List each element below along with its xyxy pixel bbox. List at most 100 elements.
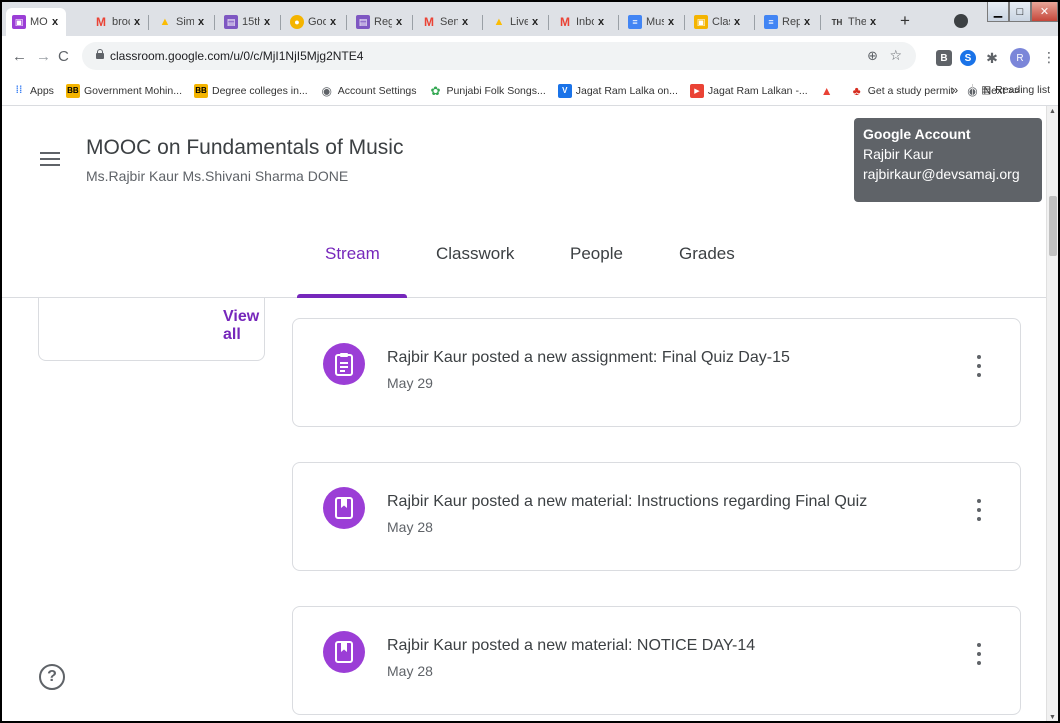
bb-icon: BB (193, 83, 208, 98)
bookmarks-bar: ⁞⁞ Apps BB Government Mohin... BB Degree… (2, 76, 1058, 106)
hamburger-menu-icon[interactable] (40, 152, 60, 166)
scrollbar-thumb[interactable] (1049, 196, 1057, 256)
browser-menu-icon[interactable]: ⋮ (1042, 49, 1056, 66)
gmail-tab-icon: M (424, 15, 434, 29)
close-tab-icon[interactable]: x (532, 16, 538, 28)
youtube-icon: ▶ (689, 83, 704, 98)
forward-icon[interactable]: → (36, 48, 51, 65)
post-date: May 28 (387, 519, 433, 535)
tab-goo[interactable]: ● Goo x (284, 8, 342, 36)
bookmark-account-settings[interactable]: ◉ Account Settings (320, 84, 416, 98)
class-title[interactable]: MOOC on Fundamentals of Music (86, 136, 403, 160)
post-date: May 29 (387, 375, 433, 391)
tab-inbo[interactable]: M Inbo x (552, 8, 614, 36)
scroll-down-icon[interactable]: ▼ (1049, 714, 1056, 721)
tab-classwork[interactable]: Classwork (436, 244, 514, 264)
profile-avatar[interactable]: R (1010, 48, 1030, 68)
tab-people[interactable]: People (570, 244, 623, 264)
tab-15th[interactable]: ▤ 15th x (218, 8, 276, 36)
tab-sim[interactable]: ▲ Sim x (152, 8, 210, 36)
reload-icon[interactable]: C (58, 48, 69, 65)
google-account-tooltip: Google Account Rajbir Kaur rajbirkaur@de… (854, 118, 1042, 202)
tab-mus[interactable]: ≡ Mus x (622, 8, 680, 36)
bb-icon: BB (65, 83, 80, 98)
tab-reg[interactable]: ▤ Reg x (350, 8, 408, 36)
forms-tab-icon: ▤ (224, 15, 238, 29)
classroom-tab-icon: ▣ (12, 15, 26, 29)
extension-b-icon[interactable]: B (936, 50, 952, 66)
material-icon (323, 631, 365, 673)
classroom-tab-icon: ▣ (694, 15, 708, 29)
maximize-button[interactable]: □ (1009, 2, 1031, 22)
tab-sent[interactable]: M Sent x (416, 8, 478, 36)
reading-list-button[interactable]: Reading list (995, 84, 1050, 96)
bookmarks-overflow-icon[interactable]: » (952, 83, 959, 97)
close-tab-icon[interactable]: x (134, 16, 140, 28)
reading-list-icon[interactable]: ▤ (972, 84, 991, 96)
scroll-up-icon[interactable]: ▲ (1049, 108, 1056, 115)
tab-stream[interactable]: Stream (325, 244, 380, 264)
bookmark-jagat-ram-2[interactable]: ▶ Jagat Ram Lalkan -... (689, 83, 808, 98)
stream-post[interactable]: Rajbir Kaur posted a new assignment: Fin… (292, 318, 1021, 427)
view-all-link[interactable]: View all (223, 308, 264, 344)
post-title[interactable]: Rajbir Kaur posted a new material: Instr… (387, 493, 867, 511)
close-tab-icon[interactable]: x (264, 16, 270, 28)
drive-tab-icon: ▲ (493, 16, 505, 28)
close-tab-icon[interactable]: x (396, 16, 402, 28)
address-bar[interactable]: classroom.google.com/u/0/c/MjI1NjI5Mjg2N… (82, 42, 916, 70)
apps-grid-icon: ⁞⁞ (15, 85, 23, 96)
close-tab-icon[interactable]: x (462, 16, 468, 28)
bookmark-jagat-ram-1[interactable]: V Jagat Ram Lalka on... (557, 83, 678, 98)
post-menu-icon[interactable] (977, 355, 983, 381)
maple-leaf-icon: ♣ (852, 83, 861, 98)
close-tab-icon[interactable]: x (598, 16, 604, 28)
close-window-button[interactable]: ✕ (1031, 2, 1058, 22)
post-menu-icon[interactable] (977, 643, 983, 669)
tab-live[interactable]: ▲ Live x (486, 8, 544, 36)
bookmark-punjabi-folk[interactable]: ✿ Punjabi Folk Songs... (429, 84, 545, 98)
post-menu-icon[interactable] (977, 499, 983, 525)
v-icon: V (557, 83, 572, 98)
close-tab-icon[interactable]: x (198, 16, 204, 28)
new-tab-button[interactable]: + (896, 12, 914, 30)
bookmark-triangle[interactable]: ▲ (820, 84, 838, 98)
tab-the[interactable]: TH The x (824, 8, 888, 36)
tab-moc[interactable]: ▣ MOC x (6, 8, 66, 36)
minimize-button[interactable]: ▁ (987, 2, 1009, 22)
tab-broc[interactable]: M broc x (88, 8, 146, 36)
class-tabs: Stream Classwork People Grades (2, 236, 1046, 298)
page-scrollbar[interactable]: ▲ ▼ (1046, 106, 1058, 721)
bookmark-degree-colleges[interactable]: BB Degree colleges in... (193, 83, 308, 98)
material-icon (323, 487, 365, 529)
close-tab-icon[interactable]: x (804, 16, 810, 28)
tab-clas[interactable]: ▣ Clas x (688, 8, 750, 36)
bookmark-star-icon[interactable]: ☆ (889, 47, 902, 64)
classroom-page: MOOC on Fundamentals of Music Ms.Rajbir … (2, 106, 1046, 721)
close-tab-icon[interactable]: x (870, 16, 876, 28)
stream-post[interactable]: Rajbir Kaur posted a new material: Instr… (292, 462, 1021, 571)
back-icon[interactable]: ← (12, 48, 27, 65)
url-text[interactable]: classroom.google.com/u/0/c/MjI1NjI5Mjg2N… (110, 49, 363, 63)
close-tab-icon[interactable]: x (330, 16, 336, 28)
active-tab-indicator (297, 294, 407, 298)
extensions-puzzle-icon[interactable]: ✱ (984, 50, 1000, 66)
post-title[interactable]: Rajbir Kaur posted a new assignment: Fin… (387, 349, 790, 367)
post-title[interactable]: Rajbir Kaur posted a new material: NOTIC… (387, 637, 755, 655)
tab-title: Clas (712, 16, 730, 28)
bookmark-study-permit[interactable]: ♣ Get a study permit (850, 84, 954, 98)
lock-icon (96, 49, 104, 59)
bookmark-apps[interactable]: ⁞⁞ Apps (12, 84, 54, 98)
zoom-icon[interactable]: ⊕ (867, 48, 878, 64)
tab-title: Mus (646, 16, 664, 28)
close-tab-icon[interactable]: x (52, 16, 58, 28)
tab-rep[interactable]: ≡ Rep x (758, 8, 816, 36)
extension-s-icon[interactable]: S (960, 50, 976, 66)
chrome-account-icon[interactable] (954, 14, 968, 28)
bookmark-government[interactable]: BB Government Mohin... (65, 83, 182, 98)
stream-post[interactable]: Rajbir Kaur posted a new material: NOTIC… (292, 606, 1021, 715)
close-tab-icon[interactable]: x (734, 16, 740, 28)
help-icon[interactable]: ? (39, 664, 65, 690)
tab-grades[interactable]: Grades (679, 244, 735, 264)
tab-title: Sim (176, 16, 194, 28)
close-tab-icon[interactable]: x (668, 16, 674, 28)
